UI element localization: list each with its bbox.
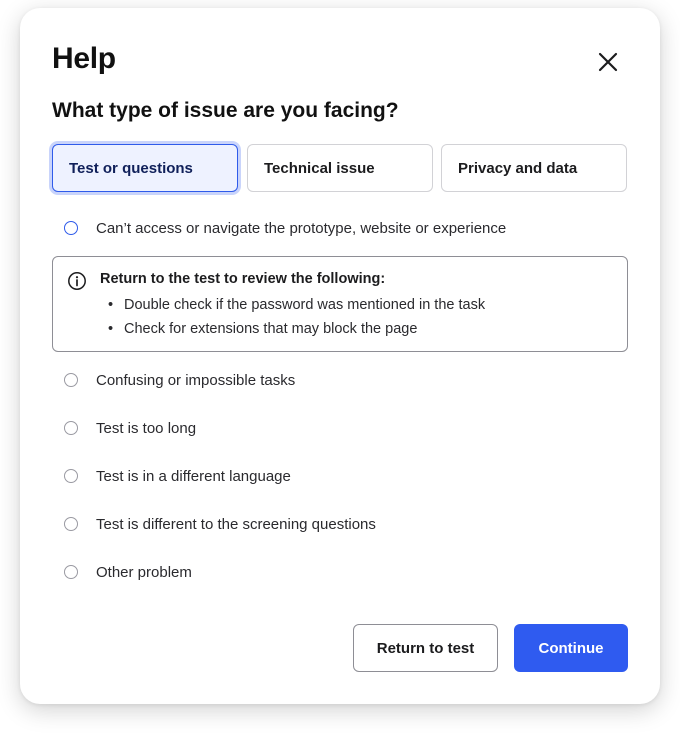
issue-question: What type of issue are you facing?	[52, 99, 399, 122]
info-list: • Double check if the password was mentio…	[107, 295, 485, 343]
option-different-screening[interactable]: Test is different to the screening quest…	[64, 512, 624, 536]
info-item-text: Double check if the password was mention…	[124, 297, 486, 313]
tab-test-or-questions[interactable]: Test or questions	[52, 144, 238, 192]
info-callout: Return to the test to review the followi…	[52, 256, 628, 352]
info-item-text: Check for extensions that may block the …	[124, 321, 418, 337]
option-different-language[interactable]: Test is in a different language	[64, 464, 624, 488]
list-item: • Double check if the password was mentio…	[108, 297, 486, 313]
list-item: • Check for extensions that may block the…	[108, 321, 418, 337]
info-icon	[68, 272, 86, 290]
radio-button[interactable]	[64, 221, 78, 235]
help-dialog: Help What type of issue are you facing? …	[20, 8, 660, 704]
return-to-test-button[interactable]: Return to test	[353, 624, 498, 672]
radio-button[interactable]	[64, 421, 78, 435]
option-confusing-tasks[interactable]: Confusing or impossible tasks	[64, 368, 624, 392]
close-icon	[598, 52, 618, 72]
issue-type-tabs: Test or questions Technical issue Privac…	[52, 144, 628, 192]
radio-button[interactable]	[64, 373, 78, 387]
radio-button[interactable]	[64, 565, 78, 579]
option-too-long[interactable]: Test is too long	[64, 416, 624, 440]
info-title: Return to the test to review the followi…	[100, 271, 386, 287]
option-label: Test is in a different language	[96, 467, 291, 485]
option-label: Test is different to the screening quest…	[96, 515, 376, 533]
option-cant-access[interactable]: Can’t access or navigate the prototype, …	[64, 216, 624, 240]
option-other-problem[interactable]: Other problem	[64, 560, 624, 584]
continue-button[interactable]: Continue	[514, 624, 628, 672]
tab-technical-issue[interactable]: Technical issue	[247, 144, 433, 192]
dialog-title: Help	[52, 42, 116, 75]
option-label: Test is too long	[96, 419, 197, 437]
option-label: Can’t access or navigate the prototype, …	[96, 219, 507, 237]
tab-privacy-and-data[interactable]: Privacy and data	[441, 144, 627, 192]
option-label: Other problem	[96, 563, 192, 581]
close-button[interactable]	[594, 48, 622, 76]
radio-button[interactable]	[64, 517, 78, 531]
radio-button[interactable]	[64, 469, 78, 483]
option-label: Confusing or impossible tasks	[96, 371, 296, 389]
